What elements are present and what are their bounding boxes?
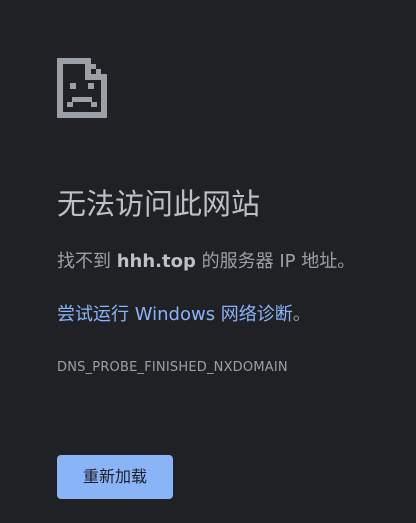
domain-name: hhh.top [116,251,196,272]
error-detail: 找不到 hhh.top 的服务器 IP 地址。 [57,248,355,276]
suggestion-suffix: 。 [292,304,311,325]
error-detail-suffix: 的服务器 IP 地址。 [195,251,356,272]
page-title: 无法访问此网站 [57,187,261,221]
run-network-diagnostics-link[interactable]: 运行 Windows 网络诊断 [93,304,293,325]
reload-button[interactable]: 重新加载 [57,455,173,499]
error-code: DNS_PROBE_FINISHED_NXDOMAIN [57,360,288,375]
suggestion: 尝试运行 Windows 网络诊断。 [57,301,311,329]
sad-page-icon [57,58,107,118]
error-detail-prefix: 找不到 [57,251,117,272]
try-prefix-link[interactable]: 尝试 [57,304,93,325]
